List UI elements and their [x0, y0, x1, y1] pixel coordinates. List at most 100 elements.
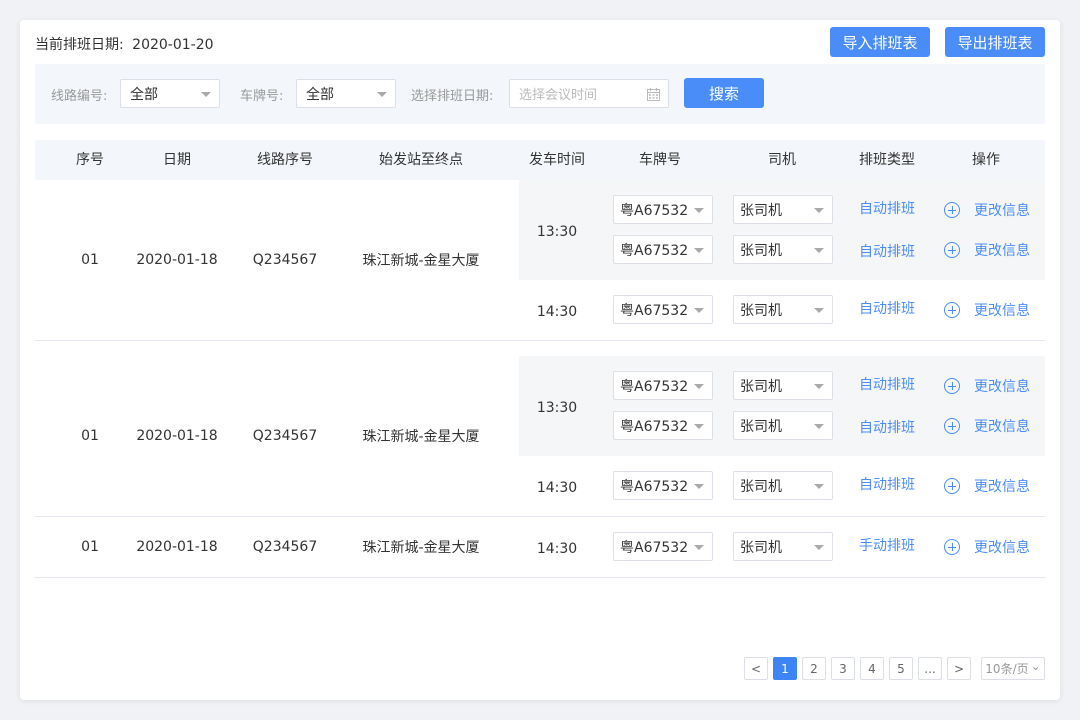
- driver-select[interactable]: 张司机: [733, 235, 833, 264]
- search-button[interactable]: 搜索: [684, 78, 764, 108]
- chevron-down-icon: [814, 208, 824, 213]
- chevron-down-icon: [814, 545, 824, 550]
- column-header: 日期: [163, 152, 191, 168]
- edit-info-link[interactable]: 更改信息: [974, 476, 1030, 496]
- edit-info-link[interactable]: 更改信息: [974, 200, 1030, 220]
- filter-bar: 线路编号: 全部 车牌号: 全部 选择排班日期: 选择会议时间 搜索: [35, 64, 1045, 124]
- page-size-select[interactable]: 10条/页 ⌄: [981, 657, 1045, 680]
- add-circle-icon[interactable]: [944, 418, 960, 434]
- next-page-button[interactable]: >: [947, 657, 971, 680]
- plate-select-value: 全部: [306, 86, 334, 103]
- table-header: 序号 日期 线路序号 始发站至终点 发车时间 车牌号 司机 排班类型 操作: [35, 140, 1045, 180]
- chevron-down-icon: [694, 248, 704, 253]
- plate-select[interactable]: 粤A67532: [613, 295, 713, 324]
- driver-select[interactable]: 张司机: [733, 471, 833, 500]
- driver-select-value: 张司机: [740, 242, 782, 259]
- chevron-down-icon: ⌄: [1030, 658, 1041, 673]
- add-circle-icon[interactable]: [944, 378, 960, 394]
- plate-select[interactable]: 粤A67532: [613, 471, 713, 500]
- row-divider: [35, 340, 1045, 341]
- driver-select-value: 张司机: [740, 302, 782, 319]
- edit-info-link[interactable]: 更改信息: [974, 300, 1030, 320]
- column-header: 发车时间: [529, 152, 585, 168]
- plate-select-value: 粤A67532: [620, 478, 689, 495]
- row-index: 01: [81, 252, 99, 268]
- route-select-value: 全部: [130, 86, 158, 103]
- edit-info-link[interactable]: 更改信息: [974, 376, 1030, 396]
- column-header: 线路序号: [257, 152, 313, 168]
- column-header: 操作: [972, 152, 1000, 168]
- page-size-value: 10条/页: [985, 662, 1029, 676]
- schedule-type-link[interactable]: 自动排班: [859, 374, 915, 394]
- route-number: Q234567: [252, 252, 318, 268]
- schedule-type-link[interactable]: 自动排班: [859, 474, 915, 494]
- chevron-down-icon: [201, 92, 211, 97]
- schedule-type-link[interactable]: 自动排班: [859, 417, 915, 437]
- prev-page-button[interactable]: <: [744, 657, 768, 680]
- page-button-1[interactable]: 1: [773, 657, 797, 680]
- chevron-down-icon: [814, 384, 824, 389]
- page-button-4[interactable]: 4: [860, 657, 884, 680]
- driver-select[interactable]: 张司机: [733, 295, 833, 324]
- export-schedule-button[interactable]: 导出排班表: [945, 27, 1045, 57]
- page-ellipsis[interactable]: ...: [918, 657, 942, 680]
- driver-select-value: 张司机: [740, 378, 782, 395]
- schedule-type-link[interactable]: 自动排班: [859, 198, 915, 218]
- row-date: 2020-01-18: [136, 252, 218, 268]
- page-button-5[interactable]: 5: [889, 657, 913, 680]
- plate-select[interactable]: 粤A67532: [613, 371, 713, 400]
- add-circle-icon[interactable]: [944, 202, 960, 218]
- driver-select[interactable]: 张司机: [733, 195, 833, 224]
- driver-select[interactable]: 张司机: [733, 411, 833, 440]
- current-date-value: 2020-01-20: [132, 37, 214, 53]
- plate-select[interactable]: 粤A67532: [613, 532, 713, 561]
- route-number: Q234567: [252, 539, 318, 555]
- import-schedule-button[interactable]: 导入排班表: [830, 27, 930, 57]
- current-date: 当前排班日期: 2020-01-20: [35, 34, 214, 54]
- departure-time: 13:30: [536, 224, 578, 240]
- plate-select-value: 粤A67532: [620, 378, 689, 395]
- chevron-down-icon: [694, 484, 704, 489]
- plate-select[interactable]: 粤A67532: [613, 411, 713, 440]
- row-date: 2020-01-18: [136, 539, 218, 555]
- add-circle-icon[interactable]: [944, 302, 960, 318]
- edit-info-link[interactable]: 更改信息: [974, 537, 1030, 557]
- schedule-card: 当前排班日期: 2020-01-20 导入排班表 导出排班表 线路编号: 全部 …: [20, 20, 1060, 700]
- plate-select[interactable]: 粤A67532: [613, 195, 713, 224]
- add-circle-icon[interactable]: [944, 478, 960, 494]
- chevron-down-icon: [694, 208, 704, 213]
- row-date: 2020-01-18: [136, 428, 218, 444]
- plate-select[interactable]: 全部: [296, 79, 396, 108]
- chevron-down-icon: [377, 92, 387, 97]
- plate-select-value: 粤A67532: [620, 242, 689, 259]
- driver-select-value: 张司机: [740, 418, 782, 435]
- chevron-down-icon: [814, 308, 824, 313]
- departure-time: 13:30: [536, 400, 578, 416]
- edit-info-link[interactable]: 更改信息: [974, 416, 1030, 436]
- departure-time: 14:30: [536, 304, 578, 320]
- page-button-3[interactable]: 3: [831, 657, 855, 680]
- plate-select[interactable]: 粤A67532: [613, 235, 713, 264]
- date-picker-input[interactable]: 选择会议时间: [509, 79, 669, 108]
- row-index: 01: [81, 428, 99, 444]
- add-circle-icon[interactable]: [944, 539, 960, 555]
- page-button-2[interactable]: 2: [802, 657, 826, 680]
- plate-select-value: 粤A67532: [620, 302, 689, 319]
- row-divider: [35, 516, 1045, 517]
- row-index: 01: [81, 539, 99, 555]
- schedule-type-link[interactable]: 手动排班: [859, 535, 915, 555]
- add-circle-icon[interactable]: [944, 242, 960, 258]
- current-date-label: 当前排班日期:: [35, 37, 124, 53]
- edit-info-link[interactable]: 更改信息: [974, 240, 1030, 260]
- schedule-type-link[interactable]: 自动排班: [859, 241, 915, 261]
- route-number: Q234567: [252, 428, 318, 444]
- schedule-type-link[interactable]: 自动排班: [859, 298, 915, 318]
- driver-select-value: 张司机: [740, 539, 782, 556]
- chevron-down-icon: [694, 384, 704, 389]
- column-header: 车牌号: [639, 152, 681, 168]
- chevron-down-icon: [694, 545, 704, 550]
- route-select[interactable]: 全部: [120, 79, 220, 108]
- driver-select[interactable]: 张司机: [733, 371, 833, 400]
- driver-select[interactable]: 张司机: [733, 532, 833, 561]
- column-header: 序号: [76, 152, 104, 168]
